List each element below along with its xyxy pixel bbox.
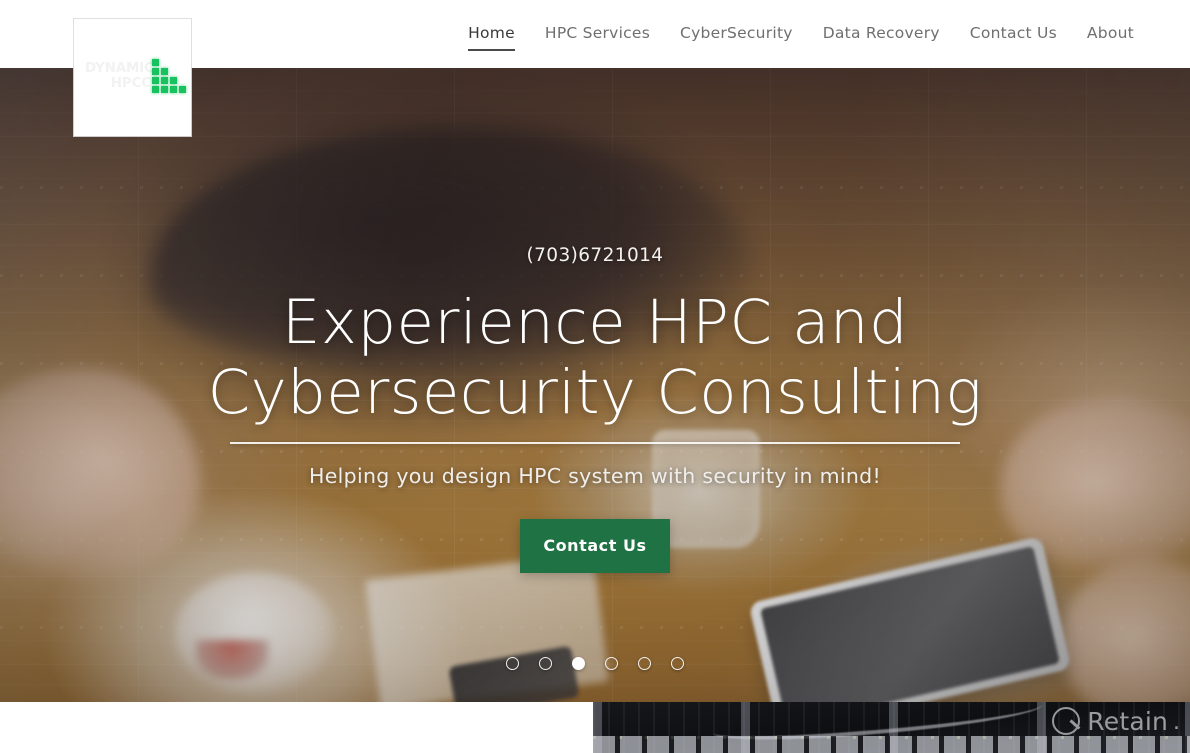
hero-divider	[230, 442, 960, 444]
main-navigation: Home HPC Services CyberSecurity Data Rec…	[468, 0, 1134, 68]
carousel-dots	[0, 657, 1190, 670]
nav-item-hpc-services[interactable]: HPC Services	[545, 23, 650, 46]
carousel-dot-4[interactable]	[605, 657, 618, 670]
carousel-dot-2[interactable]	[539, 657, 552, 670]
hero-banner: (703)6721014 Experience HPC and Cybersec…	[0, 68, 1190, 702]
hero-subtitle: Helping you design HPC system with secur…	[309, 463, 881, 488]
nav-item-cybersecurity[interactable]: CyberSecurity	[680, 23, 793, 46]
carousel-dot-5[interactable]	[638, 657, 651, 670]
below-hero-section	[0, 702, 1190, 753]
carousel-dot-6[interactable]	[671, 657, 684, 670]
page-root: Home HPC Services CyberSecurity Data Rec…	[0, 0, 1190, 753]
hero-headline-line-2: Cybersecurity Consulting	[207, 357, 983, 428]
nav-item-data-recovery[interactable]: Data Recovery	[823, 23, 940, 46]
nav-item-home[interactable]: Home	[468, 23, 515, 51]
hero-headline-line-1: Experience HPC and	[281, 287, 909, 358]
below-hero-left-panel	[0, 702, 593, 753]
carousel-dot-3[interactable]	[572, 657, 585, 670]
hero-content: (703)6721014 Experience HPC and Cybersec…	[0, 68, 1190, 702]
hero-phone-number[interactable]: (703)6721014	[527, 245, 664, 266]
below-hero-server-image	[593, 702, 1190, 753]
server-drive-bays	[593, 736, 1190, 753]
hero-headline: Experience HPC and Cybersecurity Consult…	[105, 288, 1085, 428]
nav-item-about[interactable]: About	[1087, 23, 1134, 46]
nav-item-contact-us[interactable]: Contact Us	[970, 23, 1057, 46]
contact-us-button[interactable]: Contact Us	[520, 518, 670, 573]
carousel-dot-1[interactable]	[506, 657, 519, 670]
site-logo[interactable]: DYNAMICHPCC	[74, 19, 191, 136]
